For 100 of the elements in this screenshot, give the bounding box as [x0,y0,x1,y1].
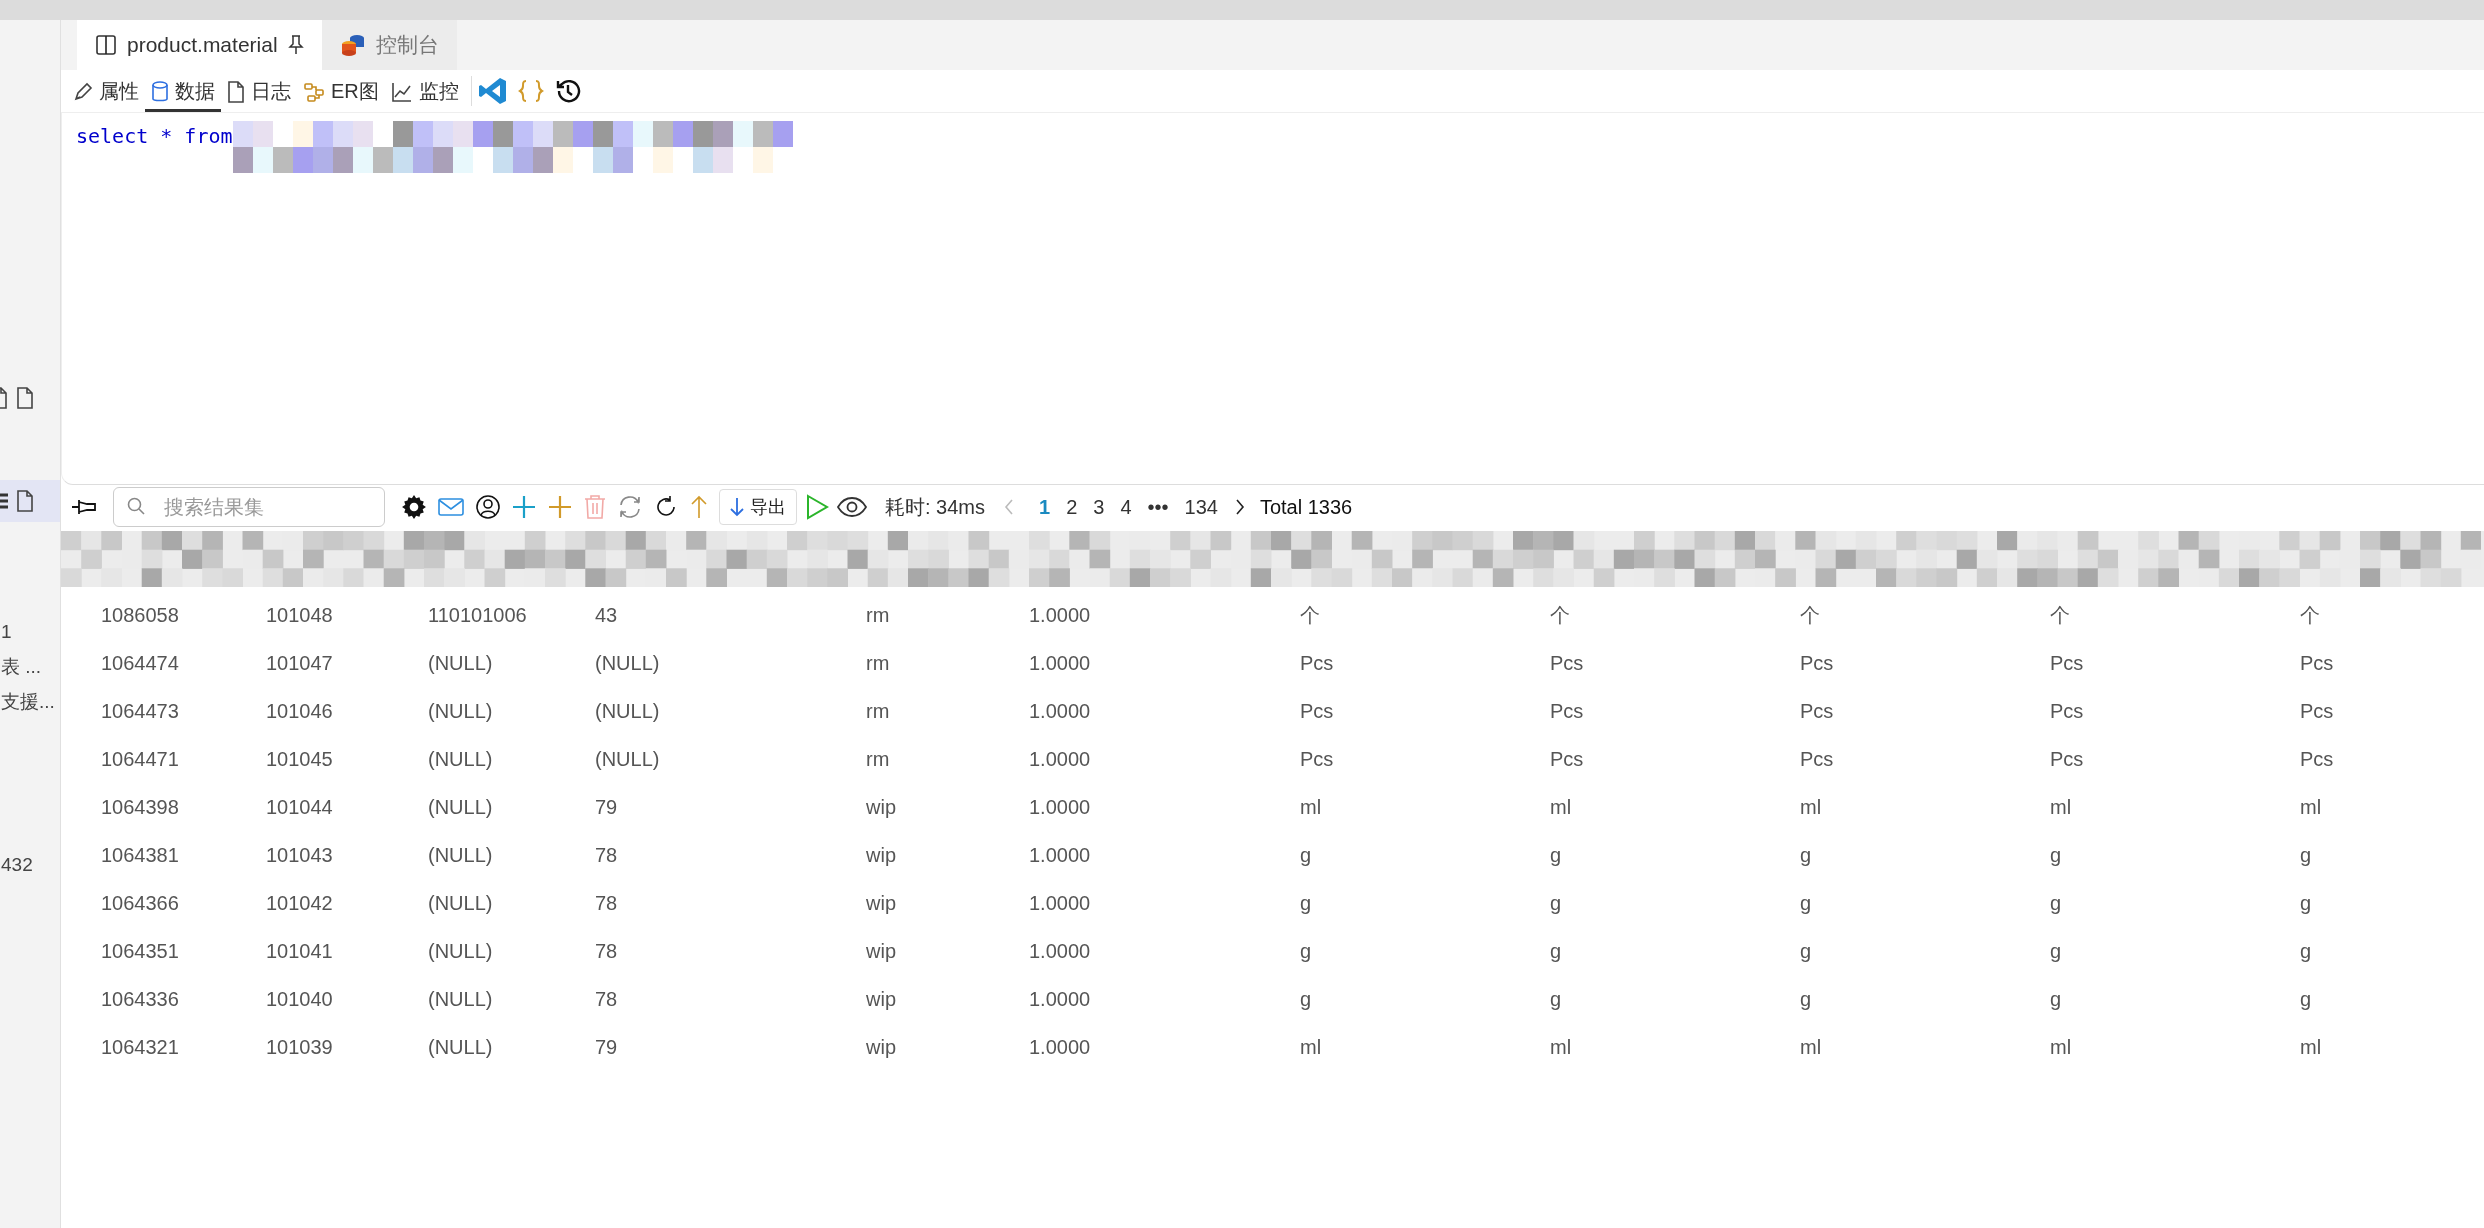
page-link[interactable]: 2 [1058,495,1086,519]
table-cell-text: ml [1550,795,1573,819]
table-cell-text: Pcs [1550,699,1585,723]
table-cell-text: Pcs [1300,651,1335,675]
page-link[interactable]: 4 [1112,495,1140,519]
diagram-icon [303,80,325,103]
table-cell-text: (NULL) [428,1035,494,1059]
mail-icon[interactable] [437,496,465,518]
vscode-icon[interactable] [477,76,508,106]
pencil-icon [73,81,93,102]
chevron-left-icon[interactable] [1003,498,1016,516]
view-tab[interactable]: ER图 [297,74,385,112]
chevron-right-icon[interactable] [1233,498,1246,516]
tree-item[interactable]: 表 ... [1,649,60,684]
play-icon[interactable] [805,494,829,520]
table-cell-text: 1.0000 [1029,795,1092,819]
tab-label: 日志 [251,79,291,104]
pin-icon[interactable] [287,35,304,55]
table-cell-text: 101044 [266,795,334,819]
table-cell-text: 78 [595,843,619,867]
table-cell-text: Pcs [1800,747,1835,771]
table-cell-text: g [1550,939,1563,963]
table-cell-text: wip [866,939,897,963]
table-cell-text: 1.0000 [1029,843,1092,867]
table-cell-text: rm [866,603,891,627]
arrow-up-icon[interactable] [689,494,709,520]
document-icon [227,80,245,103]
table-cell-text: g [2050,891,2063,915]
table-cell-text: 1064471 [101,747,180,771]
table-cell-text: 个 [1300,602,1321,628]
cylinder-icon [151,80,169,103]
braces-icon[interactable] [517,78,544,104]
table-cell-text: Pcs [2300,699,2335,723]
table-cell-text: Pcs [2050,747,2085,771]
table-cell-text: (NULL) [428,939,494,963]
user-icon[interactable] [475,494,501,520]
table-cell-text: Pcs [1300,699,1335,723]
pin-icon[interactable] [71,497,99,517]
table-cell-text: 1.0000 [1029,699,1092,723]
table-cell-text: 1064336 [101,987,180,1011]
table-cell-text: g [1300,939,1313,963]
tree-item[interactable]: 支援... [1,684,60,719]
table-cell-text: (NULL) [428,699,494,723]
page-link[interactable]: ••• [1139,495,1177,519]
table-cell-text: (NULL) [595,651,661,675]
eye-icon[interactable] [837,496,867,518]
table-cell-text: g [2300,843,2313,867]
table-cell-text: 1064473 [101,699,180,723]
view-tab[interactable]: 日志 [221,74,297,112]
table-cell-text: 79 [595,1035,619,1059]
table-cell-text: 101040 [266,987,334,1011]
table-cell-text: rm [866,747,891,771]
tab-label: 属性 [99,79,139,104]
table-cell-text: g [1300,987,1313,1011]
tree-item[interactable]: 1 [1,614,60,649]
search-field[interactable]: 搜索结果集 [113,487,385,527]
arrow-down-icon [730,497,744,517]
table-cell-text: wip [866,1035,897,1059]
table-cell-text: g [1550,891,1563,915]
table-cell-text: g [1550,987,1563,1011]
table-cell-text: Pcs [1550,651,1585,675]
table-cell-text: g [1300,843,1313,867]
tree-item[interactable]: 432 [1,847,60,882]
plus-icon[interactable] [547,494,573,520]
table-cell-text: Pcs [2300,747,2335,771]
elapsed-time: 耗时: 34ms [885,494,986,520]
table-cell-text: g [1800,843,1813,867]
sync-icon[interactable] [617,494,643,520]
table-cell-text: 101048 [266,603,334,627]
table-cell-text: ml [1800,795,1823,819]
table-cell-text: (NULL) [428,843,494,867]
table-cell-text: Pcs [1800,651,1835,675]
plus-icon[interactable] [511,494,537,520]
table-cell-text: (NULL) [428,651,494,675]
table-cell-text: Pcs [2050,651,2085,675]
table-cell-text: g [1800,891,1813,915]
page-link[interactable]: 1 [1031,495,1059,519]
table-cell-text: 101047 [266,651,334,675]
table-cell-text: g [2050,843,2063,867]
settings-icon[interactable] [401,494,427,520]
editor-tab[interactable]: 控制台 [321,20,457,70]
table-cell-text: (NULL) [428,795,494,819]
page-link[interactable]: 3 [1085,495,1113,519]
editor-tab[interactable]: product.material [77,20,322,70]
table-cell-text: 110101006 [428,603,528,627]
export-button[interactable]: 导出 [719,489,797,525]
table-cell-text: g [2050,939,2063,963]
line-chart-icon [390,80,413,103]
table-cell-text: Pcs [1550,747,1585,771]
table-cell-text: (NULL) [428,987,494,1011]
table-cell-text: 79 [595,795,619,819]
sql-query: select * from [76,123,233,148]
table-cell-text: 1064474 [101,651,180,675]
table-cell-text: g [1300,891,1313,915]
view-tab[interactable]: 监控 [384,74,465,112]
tab-label: product.material [127,33,278,57]
page-link[interactable]: 134 [1176,495,1226,519]
table-cell-text: wip [866,891,897,915]
view-tab[interactable]: 属性 [67,74,145,112]
tab-label: 监控 [418,79,459,104]
